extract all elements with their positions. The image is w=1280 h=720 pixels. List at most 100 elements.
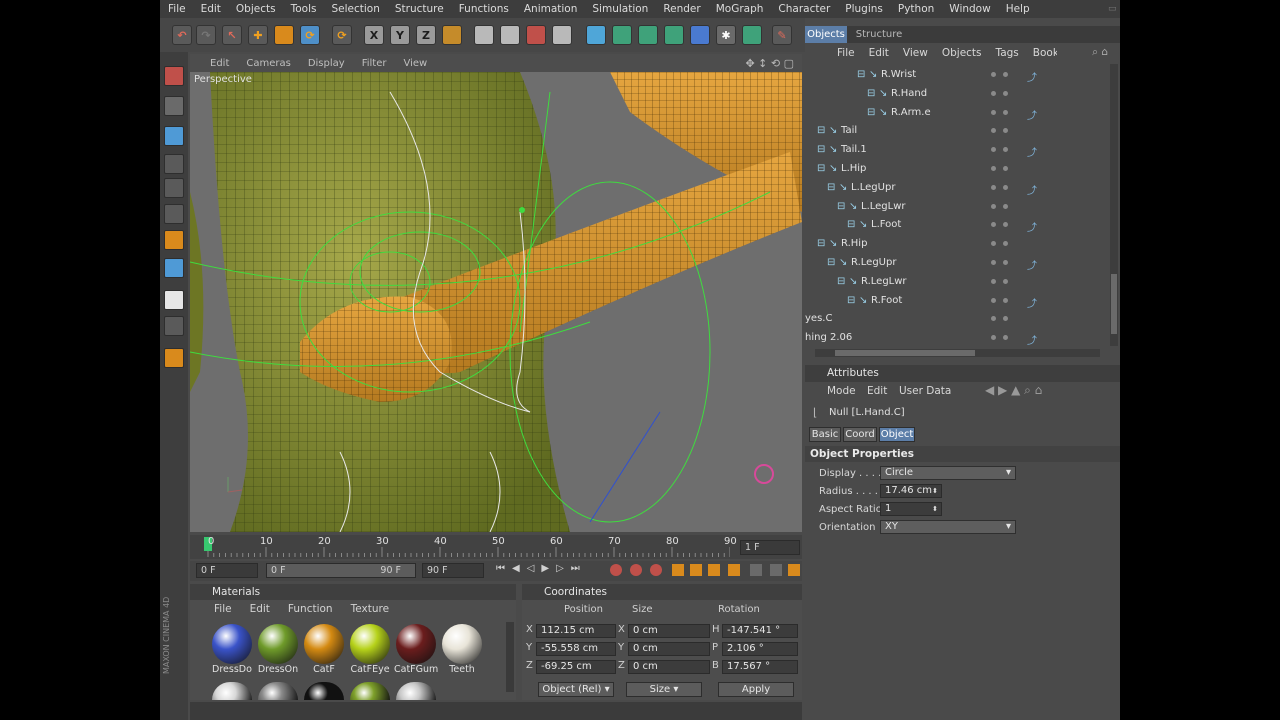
- ik-tag-icon[interactable]: ⤴: [1027, 295, 1037, 310]
- expand-toggle-icon[interactable]: ⊟: [827, 257, 835, 268]
- menu-file[interactable]: File: [168, 3, 186, 15]
- position-field[interactable]: -55.558 cm: [536, 642, 616, 656]
- menu-simulation[interactable]: Simulation: [592, 3, 648, 15]
- search-icon[interactable]: ⌕ ⌂: [1092, 46, 1108, 59]
- points-mode-icon[interactable]: [164, 178, 184, 198]
- coordinate-mode-dropdown[interactable]: Object (Rel) ▾: [538, 682, 614, 697]
- pla-key-icon[interactable]: [750, 564, 762, 576]
- menu-mograph[interactable]: MoGraph: [716, 3, 764, 15]
- editor-visibility-dot[interactable]: [991, 109, 996, 115]
- materials-menu-edit[interactable]: Edit: [250, 603, 270, 615]
- expand-toggle-icon[interactable]: ⊟: [817, 144, 825, 155]
- menu-selection[interactable]: Selection: [331, 3, 379, 15]
- object-tree-row[interactable]: hing 2.06 ⤴: [805, 329, 1110, 346]
- position-key-icon[interactable]: [672, 564, 684, 576]
- viewport-nav-icons[interactable]: ✥ ↕ ⟲ ▢: [745, 57, 794, 70]
- expand-toggle-icon[interactable]: ⊟: [847, 295, 855, 306]
- object-tree-row[interactable]: ⊟ ↘ R.Wrist ⤴: [805, 66, 1110, 85]
- render-visibility-dot[interactable]: [1003, 72, 1008, 77]
- camera-icon[interactable]: [742, 25, 762, 45]
- render-settings-icon[interactable]: [526, 25, 546, 45]
- menu-functions[interactable]: Functions: [459, 3, 509, 15]
- attr-menu-edit[interactable]: Edit: [867, 385, 887, 397]
- object-tree-row[interactable]: ⊟ ↘ Tail.1 ⤴: [805, 141, 1110, 160]
- expand-toggle-icon[interactable]: ⊟: [867, 88, 875, 99]
- render-view-icon[interactable]: [474, 25, 494, 45]
- editor-visibility-dot[interactable]: [991, 297, 996, 303]
- tab-structure[interactable]: Structure: [851, 26, 907, 43]
- model-mode-icon[interactable]: [164, 96, 184, 116]
- viewport-menu-cameras[interactable]: Cameras: [246, 58, 290, 69]
- expand-toggle-icon[interactable]: ⊟: [837, 276, 845, 287]
- current-frame-field[interactable]: 1 F: [740, 540, 800, 555]
- object-tree-row[interactable]: ⊟ ↘ L.Foot ⤴: [805, 216, 1110, 235]
- expand-toggle-icon[interactable]: ⊟: [857, 69, 865, 80]
- object-tree-row[interactable]: ⊟ ↘ R.Hip: [805, 235, 1110, 254]
- materials-scrollbar[interactable]: [506, 622, 514, 692]
- scene-environment-icon[interactable]: ✱: [716, 25, 736, 45]
- editor-visibility-dot[interactable]: [991, 128, 996, 134]
- workplane-icon[interactable]: [164, 316, 184, 336]
- render-visibility-dot[interactable]: [1003, 147, 1008, 153]
- render-visibility-dot[interactable]: [1003, 109, 1008, 115]
- aspect-ratio-field[interactable]: 1 ⬍: [880, 502, 942, 516]
- material-swatch[interactable]: [212, 624, 252, 664]
- editor-visibility-dot[interactable]: [991, 90, 996, 96]
- preview-range-slider[interactable]: 0 F 90 F: [266, 563, 416, 578]
- z-axis-lock-icon[interactable]: Z: [416, 25, 436, 45]
- orientation-dropdown[interactable]: XY ▾: [880, 520, 1016, 534]
- array-generator-icon[interactable]: [664, 25, 684, 45]
- record-icon[interactable]: [610, 564, 622, 576]
- position-field[interactable]: -69.25 cm: [536, 660, 616, 674]
- expand-toggle-icon[interactable]: ⊟: [867, 107, 875, 118]
- ik-tag-icon[interactable]: ⤴: [1027, 257, 1037, 272]
- render-visibility-dot[interactable]: [1003, 335, 1008, 341]
- menu-python[interactable]: Python: [898, 3, 934, 15]
- om-menu-edit[interactable]: Edit: [869, 47, 889, 59]
- ik-tag-icon[interactable]: ⤴: [1027, 182, 1037, 197]
- snap-icon[interactable]: [164, 348, 184, 368]
- object-tree-row[interactable]: ⊟ ↘ R.Arm.e ⤴: [805, 104, 1110, 123]
- editor-visibility-dot[interactable]: [991, 335, 996, 341]
- move-icon[interactable]: ✚: [248, 25, 268, 45]
- polygons-mode-icon[interactable]: [164, 230, 184, 250]
- spline-pen-icon[interactable]: [612, 25, 632, 45]
- om-menu-bookmarks[interactable]: Bookmarks: [1033, 47, 1057, 59]
- attr-nav-icons[interactable]: ◀ ▶ ▲ ⌕ ⌂: [985, 383, 1042, 398]
- object-tree-row[interactable]: ⊟ ↘ R.LegUpr ⤴: [805, 254, 1110, 273]
- render-visibility-dot[interactable]: [1003, 278, 1008, 284]
- viewport-menu-filter[interactable]: Filter: [362, 58, 387, 69]
- timeline-window-icon[interactable]: [788, 564, 800, 576]
- expand-toggle-icon[interactable]: ⊟: [837, 201, 845, 212]
- material-swatch[interactable]: [350, 624, 390, 664]
- uv-mode-icon[interactable]: [164, 258, 184, 278]
- window-restore-icon[interactable]: ▭: [1108, 4, 1117, 14]
- ik-tag-icon[interactable]: ⤴: [1027, 107, 1037, 122]
- ik-tag-icon[interactable]: ⤴: [1027, 332, 1037, 346]
- menu-plugins[interactable]: Plugins: [845, 3, 883, 15]
- autokey-icon[interactable]: [630, 564, 642, 576]
- scale-key-icon[interactable]: [690, 564, 702, 576]
- object-tree-row[interactable]: ⊟ ↘ L.LegLwr: [805, 198, 1110, 217]
- material-swatch[interactable]: [396, 682, 436, 700]
- editor-visibility-dot[interactable]: [991, 278, 996, 284]
- rotation-field[interactable]: 17.567 °: [722, 660, 798, 674]
- end-frame-field[interactable]: 90 F: [422, 563, 484, 578]
- object-tree-row[interactable]: yes.C: [805, 310, 1110, 329]
- rotation-key-icon[interactable]: [708, 564, 720, 576]
- live-selection-icon[interactable]: ↖: [222, 25, 242, 45]
- om-menu-tags[interactable]: Tags: [996, 47, 1019, 59]
- materials-menu-file[interactable]: File: [214, 603, 232, 615]
- materials-menu-function[interactable]: Function: [288, 603, 333, 615]
- menu-animation[interactable]: Animation: [524, 3, 578, 15]
- render-visibility-dot[interactable]: [1003, 260, 1008, 265]
- object-tree-row[interactable]: ⊟ ↘ Tail: [805, 122, 1110, 141]
- om-menu-file[interactable]: File: [837, 47, 855, 59]
- tab-basic[interactable]: Basic: [809, 427, 841, 442]
- checkerboard-icon[interactable]: [164, 290, 184, 310]
- object-tree-vscrollbar[interactable]: [1110, 64, 1118, 346]
- expand-toggle-icon[interactable]: ⊟: [817, 238, 825, 249]
- ik-tag-icon[interactable]: ⤴: [1027, 69, 1037, 84]
- material-swatch[interactable]: [396, 624, 436, 664]
- render-visibility-dot[interactable]: [1003, 241, 1008, 247]
